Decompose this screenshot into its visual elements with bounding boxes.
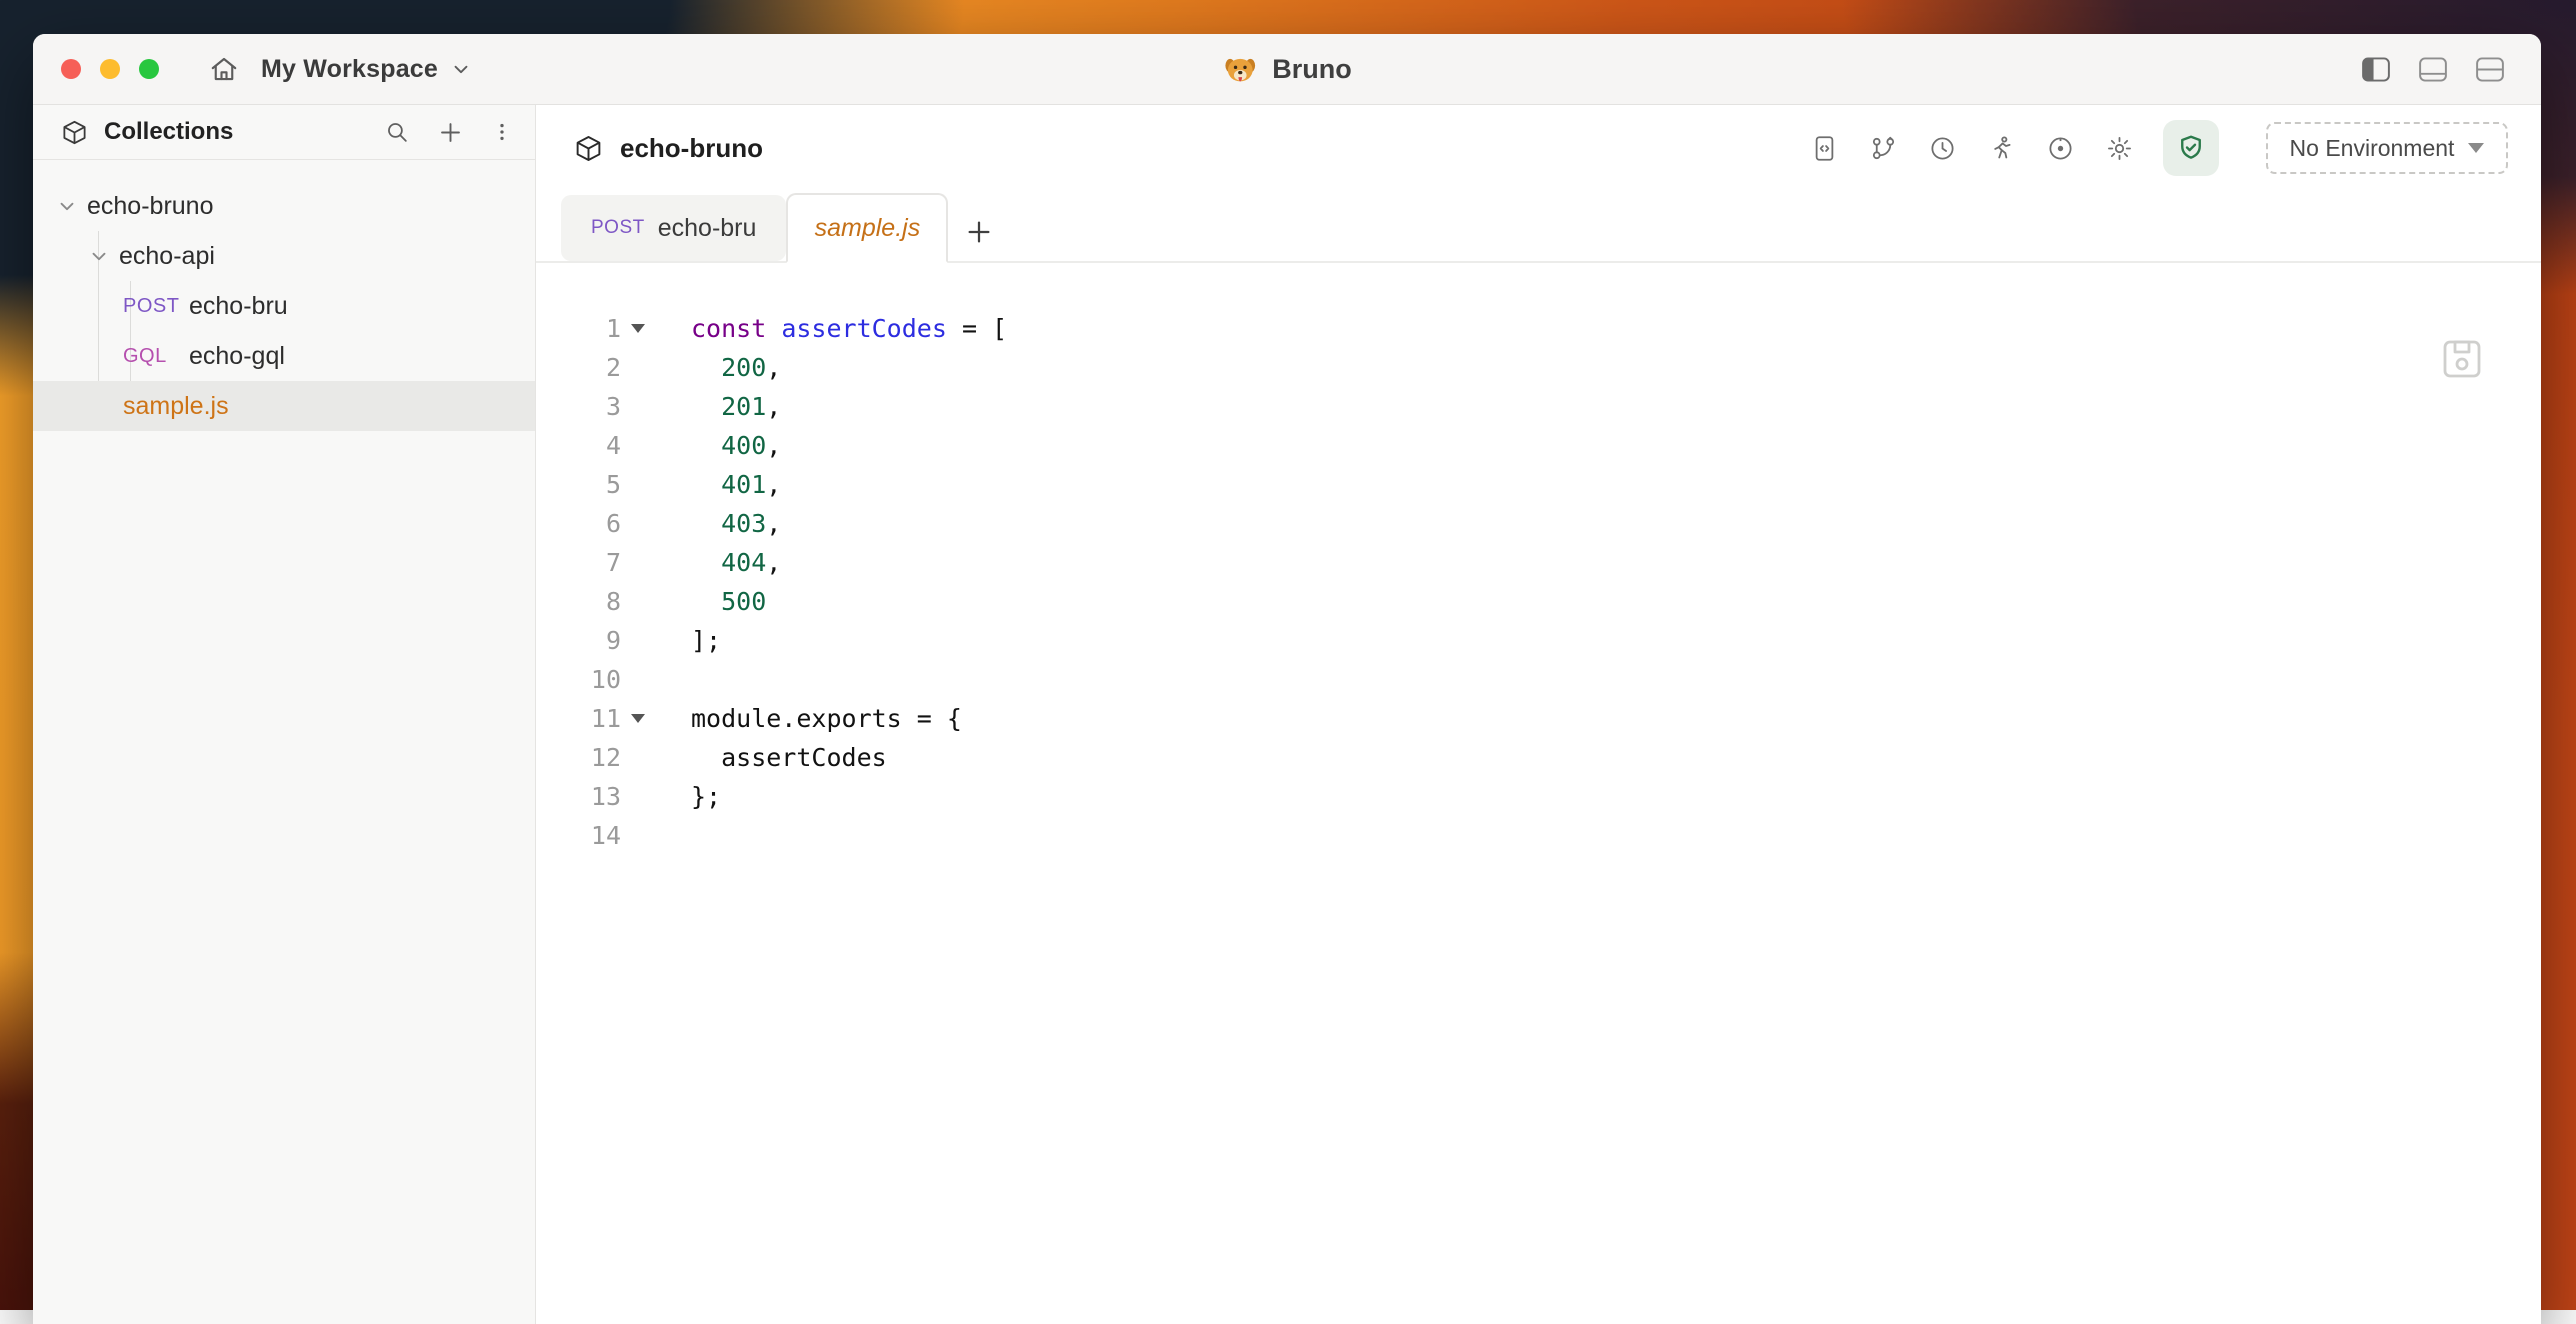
search-icon[interactable] [385,120,410,145]
code-line[interactable]: 3 201, [536,387,2541,426]
line-number: 5 [536,465,621,504]
titlebar-layout-buttons [2361,56,2505,83]
tab-label: echo-bru [658,214,757,243]
tree-item-request[interactable]: GQL echo-gql [33,331,535,381]
sidebar: Collections [33,105,536,1324]
line-number: 2 [536,348,621,387]
add-collection-icon[interactable] [437,119,464,146]
history-clock-icon[interactable] [1929,135,1956,162]
code-line[interactable]: 12 assertCodes [536,738,2541,777]
app-title-group: Bruno [1222,51,1351,87]
collections-title: Collections [104,118,233,146]
main-panel: echo-bruno [536,105,2541,1324]
code-line[interactable]: 10 [536,660,2541,699]
line-number: 8 [536,582,621,621]
code-line[interactable]: 8 500 [536,582,2541,621]
toggle-left-sidebar-icon[interactable] [2361,56,2391,83]
line-number: 12 [536,738,621,777]
new-tab-button[interactable] [964,217,994,247]
settings-gear-icon[interactable] [2106,135,2133,162]
chevron-down-icon[interactable] [88,245,110,267]
home-icon[interactable] [209,54,239,84]
code-line[interactable]: 11 module.exports = { [536,699,2541,738]
line-number: 7 [536,543,621,582]
tab-bar: POST echo-bru sample.js [536,191,2541,263]
collection-name: echo-bruno [620,133,763,164]
collections-cube-icon [61,119,88,146]
line-number: 4 [536,426,621,465]
file-code-icon[interactable] [1811,135,1838,162]
caret-down-icon [2468,143,2484,153]
bruno-app-window: My Workspace Bruno [33,34,2541,1324]
code-line[interactable]: 9 ]; [536,621,2541,660]
tree-item-label: echo-gql [189,342,285,371]
line-number: 9 [536,621,621,660]
code-line[interactable]: 6 403, [536,504,2541,543]
code-line[interactable]: 1 const assertCodes = [ [536,309,2541,348]
window-controls [61,59,159,79]
kebab-menu-icon[interactable] [491,120,513,144]
git-branch-icon[interactable] [1870,135,1897,162]
workspace-name: My Workspace [261,55,438,84]
fold-toggle[interactable] [621,699,655,738]
line-number: 1 [536,309,621,348]
tree-item-label: echo-bruno [87,192,213,221]
tab-label: sample.js [815,214,921,243]
tree-item-collection[interactable]: echo-bruno [33,181,535,231]
chevron-down-icon [450,58,472,80]
eye-icon[interactable] [2047,135,2074,162]
runner-icon[interactable] [1988,135,2015,162]
code-editor[interactable]: 1 const assertCodes = [ 2 200, 3 201, 4 [536,263,2541,1324]
tree-item-request[interactable]: POST echo-bru [33,281,535,331]
tree-item-folder[interactable]: echo-api [33,231,535,281]
method-badge-gql: GQL [123,345,189,368]
tree-item-label: sample.js [123,392,229,421]
titlebar: My Workspace Bruno [33,34,2541,105]
code-line[interactable]: 4 400, [536,426,2541,465]
fold-open-icon [631,714,645,723]
line-number: 10 [536,660,621,699]
method-badge-post: POST [123,295,189,318]
line-number: 14 [536,816,621,855]
collections-actions [385,119,513,146]
save-file-icon[interactable] [2438,335,2486,383]
fold-open-icon [631,324,645,333]
security-shield-check-icon[interactable] [2163,120,2219,176]
environment-selector[interactable]: No Environment [2266,122,2508,174]
zoom-window-button[interactable] [139,59,159,79]
code-line[interactable]: 2 200, [536,348,2541,387]
line-number: 11 [536,699,621,738]
code-line[interactable]: 5 401, [536,465,2541,504]
environment-label: No Environment [2290,135,2455,162]
collections-tree: echo-bruno echo-api POST echo-bru GQL ec… [33,160,535,1324]
app-body: Collections [33,105,2541,1324]
tree-item-label: echo-api [119,242,215,271]
tab-echo-bru[interactable]: POST echo-bru [561,195,786,261]
tab-sample-js-active[interactable]: sample.js [786,193,948,263]
toggle-bottom-panel-icon[interactable] [2418,56,2448,83]
line-number: 6 [536,504,621,543]
collection-cube-icon [574,134,603,163]
collections-header: Collections [33,105,535,160]
tree-item-file-selected[interactable]: sample.js [33,381,535,431]
collection-toolbar: echo-bruno [536,105,2541,191]
code-line[interactable]: 13 }; [536,777,2541,816]
split-horizontal-icon[interactable] [2475,56,2505,83]
bruno-dog-logo-icon [1222,51,1258,87]
code-line[interactable]: 14 [536,816,2541,855]
tree-item-label: echo-bru [189,292,288,321]
method-badge-post: POST [591,217,645,239]
code-line[interactable]: 7 404, [536,543,2541,582]
fold-toggle[interactable] [621,309,655,348]
line-number: 3 [536,387,621,426]
toolbar-actions: No Environment [1811,120,2508,176]
chevron-down-icon[interactable] [56,195,78,217]
close-window-button[interactable] [61,59,81,79]
app-title: Bruno [1272,54,1351,85]
minimize-window-button[interactable] [100,59,120,79]
line-number: 13 [536,777,621,816]
workspace-selector[interactable]: My Workspace [261,55,472,84]
